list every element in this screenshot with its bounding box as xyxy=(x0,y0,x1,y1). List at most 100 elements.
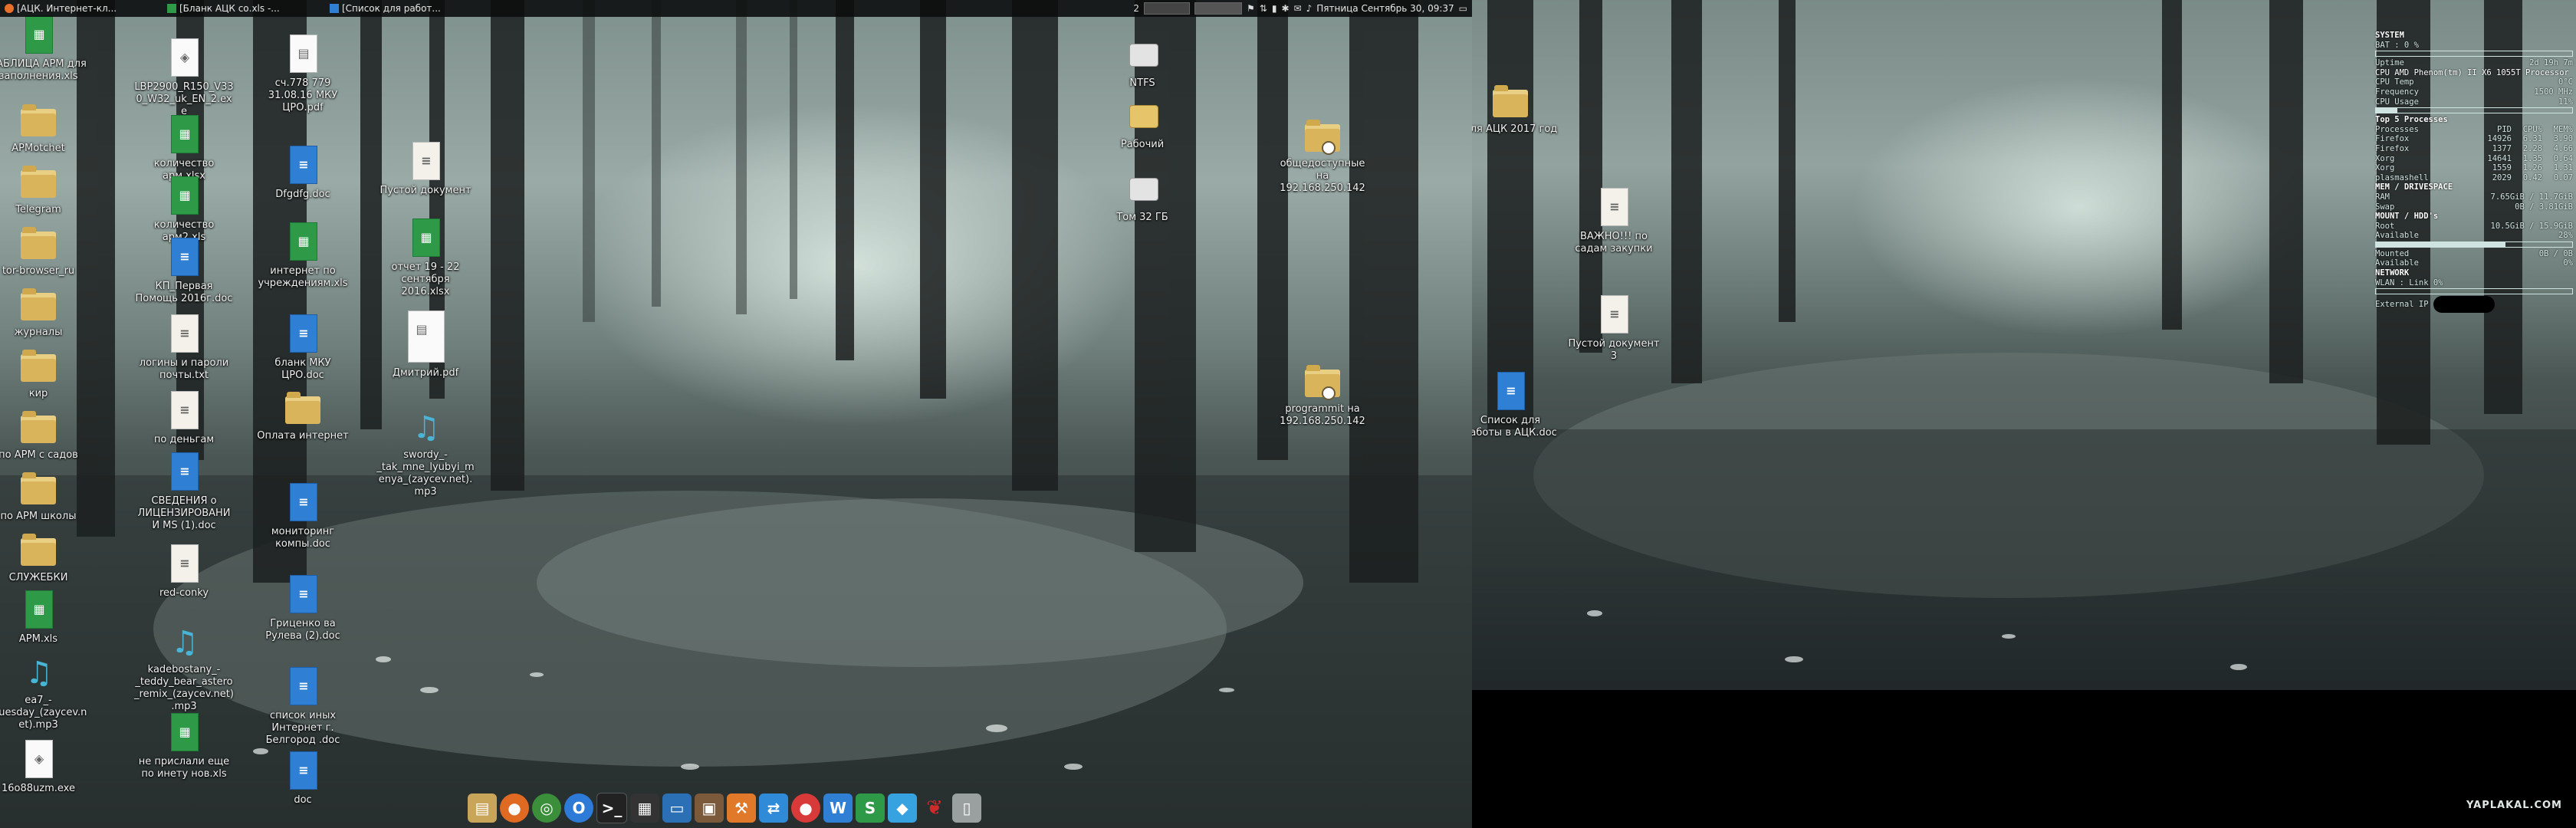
desktop-icon-drive[interactable]: Рабочий xyxy=(1092,96,1192,151)
desktop-icon-folder[interactable]: журналы xyxy=(0,284,88,339)
desktop-icon-file[interactable]: ▦ количество арм.xlsx xyxy=(134,115,234,182)
folder-icon xyxy=(21,534,56,566)
wlan-text: WLAN : Link 0% xyxy=(2375,278,2443,288)
workspace-number[interactable]: 2 xyxy=(1133,3,1139,14)
text-file-icon: ≡ xyxy=(171,391,199,429)
desktop-icon-file[interactable]: ≡ Список для работы в АЦК.doc xyxy=(1472,372,1560,439)
workspace-pager-2[interactable] xyxy=(1194,2,1242,15)
desktop-icon-folder[interactable]: кир xyxy=(0,345,88,400)
text-file-icon: ≡ xyxy=(1601,295,1628,334)
firefox-icon[interactable]: ● xyxy=(500,794,529,823)
desktop-icon-file[interactable]: ≡ Dfgdfg.doc xyxy=(253,146,353,201)
executable-icon: ◈ xyxy=(171,38,199,77)
teamviewer-icon[interactable]: ⇄ xyxy=(759,794,788,823)
cpu-usage-bar xyxy=(2375,107,2573,114)
desktop-icon-file[interactable]: ▦ не прислали еще по инету нов.xls xyxy=(134,713,234,780)
media-icon[interactable]: ▦ xyxy=(630,794,659,823)
desktop-icon-file[interactable]: ≡ Гриценко ва Рулева (2).doc xyxy=(253,575,353,642)
desktop-icon-drive[interactable]: NTFS xyxy=(1092,34,1192,90)
desktop-icon-file[interactable]: ≡ мониторинг компы.doc xyxy=(253,483,353,550)
desktop-icon-file[interactable]: ▦ отчет 19 - 22 сентября 2016.xlsx xyxy=(376,219,475,298)
files-icon[interactable]: ▤ xyxy=(468,794,497,823)
process-row: Xorg 1559 1.26 1.31 xyxy=(2375,163,2573,173)
desktop-icon-file[interactable]: ▤ Дмитрий.pdf xyxy=(376,310,475,380)
desktop-icon-folder[interactable]: по АРМ школы xyxy=(0,468,88,523)
chat-icon[interactable]: ✉ xyxy=(1294,3,1302,14)
music-note-icon: ♫ xyxy=(25,656,53,691)
desktop-icon-drive[interactable]: Том 32 ГБ xyxy=(1092,169,1192,224)
desktop-icon-file[interactable]: ◈ 16o88uzm.exe xyxy=(0,740,88,795)
calc-icon[interactable]: S xyxy=(856,794,885,823)
desktop-icon-folder[interactable]: СЛУЖЕБКИ xyxy=(0,529,88,584)
desktop-icon-file[interactable]: ≡ по деньгам xyxy=(134,391,234,446)
ram-row: RAM 7.65GiB / 11.7GiB xyxy=(2375,192,2573,202)
desktop-icon-folder[interactable]: по АРМ с садов xyxy=(0,406,88,462)
desktop-icon-share[interactable]: programmit на 192.168.250.142 xyxy=(1273,360,1372,428)
desktop-icon-file[interactable]: ≡ логины и пароли почты.txt xyxy=(134,314,234,382)
folder-icon[interactable]: ▭ xyxy=(662,794,692,823)
desktop-icon-folder[interactable]: tor-browser_ru xyxy=(0,222,88,278)
opera-icon[interactable]: O xyxy=(564,794,593,823)
desktop-icon-file[interactable]: ▦ количество арм2.xls xyxy=(134,176,234,244)
desktop-icon-file[interactable]: ≡ Пустой документ xyxy=(376,142,475,197)
chrome-icon[interactable]: ◎ xyxy=(532,794,561,823)
text-document-icon: ≡ xyxy=(171,238,199,276)
folder-icon xyxy=(21,472,56,504)
dock: ▤ ● ◎ O >_ ▦ ▭ ▣ ⚒ ⇄ ● W S ◆ ❦ ▯ xyxy=(468,791,981,825)
task-button-spreadsheet[interactable]: [Бланк АЦК со.xls -... xyxy=(163,0,325,17)
desktop-icon-file[interactable]: ≡ бланк МКУ ЦРО.doc xyxy=(253,314,353,382)
archive-icon[interactable]: ▣ xyxy=(695,794,724,823)
desktop-icon-file[interactable]: ≡ СВЕДЕНИЯ о ЛИЦЕНЗИРОВАНИИ МS (1).doc xyxy=(134,452,234,532)
firefox-icon xyxy=(5,4,14,13)
network-icon[interactable]: ⇅ xyxy=(1260,3,1267,14)
workspace-pager-1[interactable] xyxy=(1144,2,1190,15)
folder-icon xyxy=(21,166,56,198)
desktop-icon-file[interactable]: ▦ ТАБЛИЦА АРМ для заполнения.xls xyxy=(0,15,88,83)
desktop-icon-folder[interactable]: Оплата интернет xyxy=(253,387,353,442)
desktop-icon-file[interactable]: ≡ Пустой документ 3 xyxy=(1564,295,1664,363)
left-monitor: [АЦК. Интернет-кл... [Бланк АЦК со.xls -… xyxy=(0,0,1472,828)
desktop-icon-file[interactable]: ▤ сч.778 779 31.08.16 МКУ ЦРО.pdf xyxy=(253,34,353,114)
desktop-icon-folder[interactable]: APMotchet xyxy=(0,100,88,155)
desktop-icon-file[interactable]: ≡ ВАЖНО!!! по садам закупки xyxy=(1564,188,1664,255)
desktop-icon-file[interactable]: ◈ LBP2900_R150_V330_W32_uk_EN_2.exe xyxy=(134,38,234,118)
trash-icon[interactable]: ▯ xyxy=(952,794,981,823)
text-document-icon: ≡ xyxy=(290,146,317,184)
bluetooth-icon[interactable]: ✱ xyxy=(1281,3,1289,14)
network-folder-icon xyxy=(1305,120,1340,155)
desktop-icon-folder[interactable]: для АЦК 2017 год xyxy=(1472,80,1560,136)
notification-icon[interactable]: ▭ xyxy=(1459,3,1467,14)
battery-icon[interactable]: ▮ xyxy=(1272,3,1277,14)
desktop-icon-share[interactable]: общедоступные на 192.168.250.142 xyxy=(1273,115,1372,195)
terminal-icon[interactable]: >_ xyxy=(596,793,627,823)
cpu-usage-row: CPU Usage 11% xyxy=(2375,97,2573,107)
desktop-icon-file[interactable]: ♫ ea7_-_tuesday_(zaycev.net).mp3 xyxy=(0,652,88,731)
desktop-icon-file[interactable]: ≡ КП_Первая Помощь 2016г.doc xyxy=(134,238,234,305)
desktop-icon-file[interactable]: ≡ doc xyxy=(253,751,353,807)
desktop-icon-file[interactable]: ≡ red-conky xyxy=(134,544,234,600)
mic-icon[interactable]: ● xyxy=(791,794,820,823)
clock[interactable]: Пятница Сентябрь 30, 09:37 xyxy=(1316,3,1454,14)
cherry-icon[interactable]: ❦ xyxy=(920,794,949,823)
tools-icon[interactable]: ⚒ xyxy=(727,794,756,823)
writer-icon[interactable]: W xyxy=(823,794,853,823)
pdf-icon: ▤ xyxy=(408,310,445,363)
flag-icon[interactable]: ⚑ xyxy=(1247,3,1255,14)
drive-icon xyxy=(1129,44,1158,67)
network-title: NETWORK xyxy=(2375,268,2410,278)
desktop-icon-folder[interactable]: Telegram xyxy=(0,161,88,216)
desktop-icon-file[interactable]: ▦ АРМ.xls xyxy=(0,590,88,646)
desktop-icon-file[interactable]: ≡ список иных Интернет г. Белгород .doc xyxy=(253,667,353,747)
desktop-icon-file[interactable]: ♫ kadebostany_-_teddy_bear_astero_remix_… xyxy=(134,621,234,713)
desktop-icon-file[interactable]: ♫ swordy_-_tak_mne_lyubyi_menya_(zaycev.… xyxy=(376,406,475,498)
desktop-icon-file[interactable]: ▦ интернет по учреждениям.xls xyxy=(253,222,353,290)
task-button-browser[interactable]: [АЦК. Интернет-кл... xyxy=(0,0,163,17)
memory-title: MEM / DRIVESPACE xyxy=(2375,182,2453,192)
task-button-document[interactable]: [Список для работ... xyxy=(325,0,488,17)
folder-icon xyxy=(1493,85,1528,117)
top-processes-title: Top 5 Processes xyxy=(2375,115,2448,125)
frequency-row: Frequency 1500 MHz xyxy=(2375,87,2573,97)
spreadsheet-icon: ▦ xyxy=(25,590,53,629)
box-icon[interactable]: ◆ xyxy=(888,794,917,823)
music-icon[interactable]: ♪ xyxy=(1306,3,1313,14)
